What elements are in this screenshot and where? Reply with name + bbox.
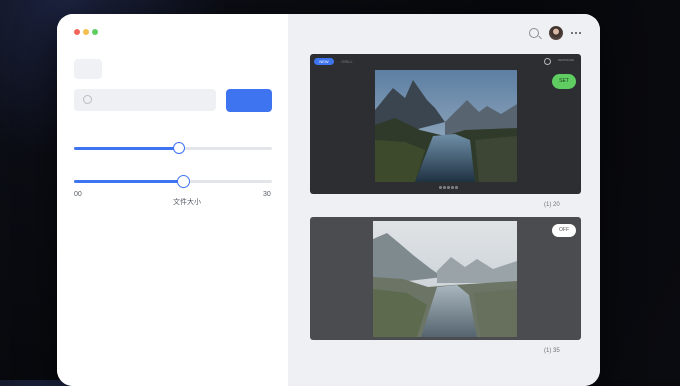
search-icon[interactable]	[544, 58, 551, 65]
card-link[interactable]: NEWMODE	[558, 58, 574, 62]
slider-one[interactable]	[74, 142, 272, 155]
slider-max-label: 30	[263, 191, 271, 198]
avatar[interactable]	[549, 26, 563, 40]
page-dots[interactable]	[439, 186, 459, 189]
left-panel: 00 文件大小 30	[57, 14, 288, 386]
image-card-1: NEW GRILL NEWMODE SET	[310, 54, 581, 194]
slider-min-label: 00	[74, 191, 82, 198]
more-icon[interactable]	[571, 32, 583, 35]
landscape-photo	[375, 70, 517, 182]
landscape-photo	[373, 221, 517, 337]
status-badge[interactable]: OFF	[552, 224, 576, 237]
card-2-meta: (1) 35	[544, 348, 560, 354]
primary-button[interactable]	[226, 89, 272, 112]
status-badge[interactable]: SET	[552, 74, 576, 89]
tab-grill[interactable]: GRILL	[339, 58, 355, 65]
minimize-window-button[interactable]	[83, 29, 89, 35]
close-window-button[interactable]	[74, 29, 80, 35]
tab-new[interactable]: NEW	[314, 58, 334, 65]
search-icon	[83, 95, 92, 104]
search-input[interactable]	[74, 89, 216, 111]
slider-thumb[interactable]	[172, 142, 185, 154]
app-window: 00 文件大小 30 NEW GRILL NEWMODE SET (1) 20 …	[57, 14, 600, 386]
slider-thumb[interactable]	[176, 174, 190, 188]
logo-placeholder	[74, 59, 102, 79]
zoom-window-button[interactable]	[92, 29, 98, 35]
slider-fill	[74, 180, 183, 183]
slider-fill	[74, 147, 179, 150]
slider-caption: 文件大小	[173, 199, 201, 206]
image-card-2: OFF	[310, 217, 581, 340]
card-1-meta: (1) 20	[544, 202, 560, 208]
slider-file-size[interactable]	[74, 174, 272, 188]
search-icon[interactable]	[529, 28, 539, 38]
